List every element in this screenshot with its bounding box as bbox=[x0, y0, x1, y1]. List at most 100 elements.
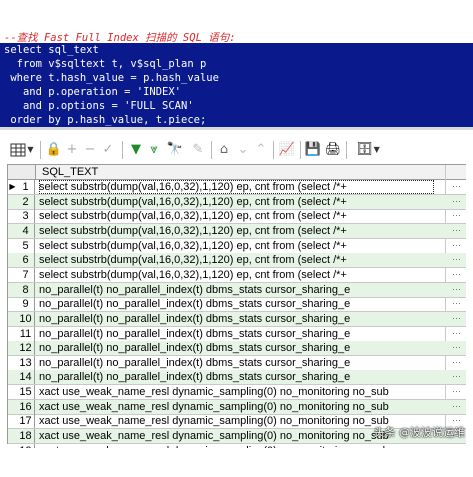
grid-view-icon bbox=[10, 143, 26, 157]
sql-text-cell[interactable]: no_parallel(t) no_parallel_index(t) dbms… bbox=[39, 283, 434, 297]
sql-text-cell[interactable]: no_parallel(t) no_parallel_index(t) dbms… bbox=[39, 370, 434, 384]
cell-editor-button[interactable]: ··· bbox=[449, 283, 464, 297]
sql-text-cell[interactable]: no_parallel(t) no_parallel_index(t) dbms… bbox=[39, 327, 434, 341]
row-number[interactable]: 9 bbox=[17, 297, 35, 312]
sql-text-cell[interactable]: select substrb(dump(val,16,0,32),1,120) … bbox=[39, 224, 434, 238]
sql-text-cell[interactable]: select substrb(dump(val,16,0,32),1,120) … bbox=[39, 209, 434, 223]
find-button[interactable]: 🔭 bbox=[166, 141, 184, 159]
table-row[interactable]: 15 xact use_weak_name_resl dynamic_sampli… bbox=[8, 385, 466, 401]
table-row[interactable]: 5 select substrb(dump(val,16,0,32),1,120)… bbox=[8, 238, 466, 254]
row-number[interactable]: 13 bbox=[17, 355, 35, 370]
row-number[interactable]: 8 bbox=[17, 282, 35, 297]
table-row[interactable]: 6 select substrb(dump(val,16,0,32),1,120)… bbox=[8, 253, 466, 269]
cell-editor-button[interactable]: ··· bbox=[449, 327, 464, 341]
first-record-button[interactable]: 🔒 bbox=[46, 141, 62, 159]
fetch-next-button[interactable]: ▼ bbox=[128, 141, 144, 159]
sql-text-cell[interactable]: select substrb(dump(val,16,0,32),1,120) … bbox=[39, 195, 434, 209]
row-number[interactable]: 10 bbox=[17, 311, 35, 326]
splitter[interactable] bbox=[0, 127, 473, 130]
add-row-button[interactable]: + bbox=[64, 141, 80, 159]
cell-editor-button[interactable]: ··· bbox=[449, 209, 464, 223]
save-button[interactable]: 💾 bbox=[305, 141, 321, 159]
sql-text-cell[interactable]: xact use_weak_name_resl dynamic_sampling… bbox=[39, 400, 434, 414]
cell-editor-button[interactable]: ··· bbox=[449, 180, 464, 194]
table-row[interactable]: 16 xact use_weak_name_resl dynamic_sampli… bbox=[8, 399, 466, 415]
table-row[interactable]: 2 select substrb(dump(val,16,0,32),1,120)… bbox=[8, 194, 466, 210]
cell-editor-button[interactable]: ··· bbox=[449, 239, 464, 253]
row-number[interactable]: 2 bbox=[17, 194, 35, 209]
row-indicator-icon bbox=[8, 297, 17, 311]
row-indicator-icon bbox=[8, 209, 17, 223]
cell-editor-button[interactable]: ··· bbox=[449, 312, 464, 326]
row-number[interactable]: 15 bbox=[17, 385, 35, 400]
cell-editor-button[interactable]: ··· bbox=[449, 297, 464, 311]
result-grid[interactable]: SQL_TEXT ▶ 1 select substrb(dump(val,16,0,… bbox=[7, 164, 466, 459]
column-header-sql-text[interactable]: SQL_TEXT bbox=[42, 165, 98, 179]
delete-row-button[interactable]: − bbox=[82, 141, 98, 159]
row-indicator-icon bbox=[8, 283, 17, 297]
fetch-all-button[interactable]: ⩔ bbox=[146, 141, 162, 159]
sql-text-cell[interactable]: select substrb(dump(val,16,0,32),1,120) … bbox=[39, 180, 434, 194]
table-row[interactable]: 11 no_parallel(t) no_parallel_index(t) d… bbox=[8, 326, 466, 342]
sql-text-cell[interactable]: no_parallel(t) no_parallel_index(t) dbms… bbox=[39, 312, 434, 326]
table-row[interactable]: 8 no_parallel(t) no_parallel_index(t) db… bbox=[8, 282, 466, 298]
row-number[interactable]: 5 bbox=[17, 238, 35, 253]
row-indicator-icon: ▶ bbox=[9, 182, 16, 191]
table-row[interactable]: ▶ 1 select substrb(dump(val,16,0,32),1,120… bbox=[8, 180, 466, 195]
row-number[interactable]: 4 bbox=[17, 223, 35, 238]
table-row[interactable]: 14 no_parallel(t) no_parallel_index(t) d… bbox=[8, 370, 466, 386]
row-number[interactable]: 18 bbox=[17, 429, 35, 444]
cell-editor-button[interactable]: ··· bbox=[449, 385, 464, 399]
sql-editor[interactable]: --查找 Fast Full Index 扫描的 SQL 语句: select … bbox=[0, 0, 473, 130]
sort-descending-button[interactable]: ⌄ bbox=[236, 141, 250, 159]
plus-icon: + bbox=[66, 142, 78, 157]
cell-editor-button[interactable]: ··· bbox=[449, 224, 464, 238]
sql-text-cell[interactable]: select substrb(dump(val,16,0,32),1,120) … bbox=[39, 268, 434, 282]
row-number[interactable]: 11 bbox=[17, 326, 35, 341]
row-indicator-icon bbox=[8, 224, 17, 238]
cell-editor-button[interactable]: ··· bbox=[449, 341, 464, 355]
grid-view-button[interactable]: ▼ bbox=[8, 141, 36, 159]
table-row[interactable]: 9 no_parallel(t) no_parallel_index(t) db… bbox=[8, 297, 466, 313]
row-number[interactable]: 3 bbox=[17, 209, 35, 224]
row-number[interactable]: 7 bbox=[17, 267, 35, 282]
cell-editor-button[interactable]: ··· bbox=[449, 253, 464, 267]
toolbar-divider bbox=[211, 141, 212, 159]
clear-button[interactable]: ✎ bbox=[190, 141, 206, 159]
row-number[interactable]: 6 bbox=[17, 253, 35, 268]
row-number[interactable]: 12 bbox=[17, 341, 35, 356]
table-row[interactable]: 4 select substrb(dump(val,16,0,32),1,120)… bbox=[8, 223, 466, 239]
row-number[interactable]: 1 bbox=[17, 180, 35, 194]
sql-text-cell[interactable]: no_parallel(t) no_parallel_index(t) dbms… bbox=[39, 341, 434, 355]
table-row[interactable]: 10 no_parallel(t) no_parallel_index(t) d… bbox=[8, 311, 466, 327]
sql-text-cell[interactable]: select substrb(dump(val,16,0,32),1,120) … bbox=[39, 239, 434, 253]
cell-editor-button[interactable]: ··· bbox=[449, 195, 464, 209]
sql-code-area[interactable]: select sql_text from v$sqltext t, v$sql_… bbox=[0, 43, 473, 127]
cell-editor-button[interactable]: ··· bbox=[449, 400, 464, 414]
sql-text-cell[interactable]: no_parallel(t) no_parallel_index(t) dbms… bbox=[39, 297, 434, 311]
print-button[interactable]: 🖨 bbox=[324, 141, 342, 159]
grid-corner[interactable] bbox=[8, 165, 36, 179]
cell-editor-button[interactable]: ··· bbox=[449, 356, 464, 370]
table-row[interactable]: 7 select substrb(dump(val,16,0,32),1,120)… bbox=[8, 267, 466, 283]
toolbar-divider bbox=[300, 141, 301, 159]
row-number[interactable]: 14 bbox=[17, 370, 35, 385]
save-to-file-button[interactable]: ⌂ bbox=[216, 141, 232, 159]
table-row[interactable]: 12 no_parallel(t) no_parallel_index(t) d… bbox=[8, 341, 466, 357]
table-row[interactable]: 3 select substrb(dump(val,16,0,32),1,120)… bbox=[8, 209, 466, 225]
export-button[interactable]: 🗄 ▼ bbox=[351, 141, 385, 159]
printer-icon: 🖨 bbox=[324, 142, 342, 157]
minus-icon: − bbox=[84, 142, 96, 157]
post-changes-button[interactable]: ✓ bbox=[100, 141, 116, 159]
row-number[interactable]: 16 bbox=[17, 399, 35, 414]
table-row[interactable]: 13 no_parallel(t) no_parallel_index(t) d… bbox=[8, 355, 466, 371]
refresh-button[interactable]: 📈 bbox=[278, 141, 296, 159]
sort-ascending-button[interactable]: ⌃ bbox=[254, 141, 268, 159]
sql-text-cell[interactable]: no_parallel(t) no_parallel_index(t) dbms… bbox=[39, 356, 434, 370]
cell-editor-button[interactable]: ··· bbox=[449, 370, 464, 384]
sql-text-cell[interactable]: select substrb(dump(val,16,0,32),1,120) … bbox=[39, 253, 434, 267]
chevron-down-icon: ▼ bbox=[373, 145, 380, 154]
sql-text-cell[interactable]: xact use_weak_name_resl dynamic_sampling… bbox=[39, 385, 434, 399]
row-number[interactable]: 17 bbox=[17, 414, 35, 429]
cell-editor-button[interactable]: ··· bbox=[449, 268, 464, 282]
